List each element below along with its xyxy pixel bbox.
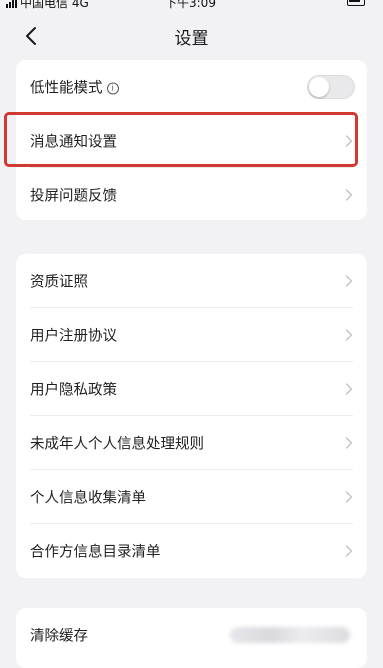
toggle-knob bbox=[309, 77, 329, 97]
status-time: 下午3:09 bbox=[165, 0, 216, 10]
nav-bar: 设置 bbox=[0, 18, 383, 54]
row-label: 用户注册协议 bbox=[30, 328, 117, 345]
row-label: 合作方信息目录清单 bbox=[30, 544, 161, 561]
row-minor-info-rules[interactable]: 未成年人个人信息处理规则 bbox=[16, 416, 367, 470]
row-user-privacy-policy[interactable]: 用户隐私政策 bbox=[16, 362, 367, 416]
clear-cache-label: 清除缓存 bbox=[30, 628, 88, 645]
row-screencast-feedback[interactable]: 投屏问题反馈 bbox=[16, 168, 367, 222]
row-clear-cache[interactable]: 清除缓存 bbox=[16, 608, 367, 662]
status-bar: 中国电信 4G 下午3:09 bbox=[0, 0, 383, 20]
page-title: 设置 bbox=[174, 29, 209, 49]
settings-group-legal: 资质证照 用户注册协议 用户隐私政策 未成年人个人信息处理规则 个人信息收集清单… bbox=[16, 254, 367, 578]
carrier-label: 中国电信 4G bbox=[20, 0, 89, 10]
signal-icon bbox=[6, 0, 17, 8]
chevron-right-icon bbox=[345, 437, 353, 449]
chevron-right-icon bbox=[345, 383, 353, 395]
row-partner-info-catalog[interactable]: 合作方信息目录清单 bbox=[16, 524, 367, 578]
row-low-performance-mode: 低性能模式 i bbox=[16, 60, 367, 114]
cache-size-value-blurred bbox=[230, 627, 350, 643]
row-label: 资质证照 bbox=[30, 274, 88, 291]
chevron-right-icon bbox=[345, 491, 353, 503]
row-label: 未成年人个人信息处理规则 bbox=[30, 436, 204, 453]
row-user-registration-agreement[interactable]: 用户注册协议 bbox=[16, 308, 367, 362]
low-performance-mode-label: 低性能模式 bbox=[30, 80, 103, 97]
row-label: 个人信息收集清单 bbox=[30, 490, 146, 507]
settings-group-storage: 清除缓存 bbox=[16, 608, 367, 668]
row-label: 用户隐私政策 bbox=[30, 382, 117, 399]
chevron-right-icon bbox=[345, 545, 353, 557]
battery-icon bbox=[347, 0, 365, 6]
chevron-right-icon bbox=[345, 189, 353, 201]
row-label: 低性能模式 i bbox=[30, 77, 119, 98]
row-personal-info-collection-list[interactable]: 个人信息收集清单 bbox=[16, 470, 367, 524]
screencast-feedback-label: 投屏问题反馈 bbox=[30, 188, 117, 205]
info-icon[interactable]: i bbox=[106, 82, 119, 95]
highlight-annotation bbox=[4, 112, 358, 167]
row-qualification-certificates[interactable]: 资质证照 bbox=[16, 254, 367, 308]
low-performance-mode-toggle[interactable] bbox=[307, 75, 355, 99]
chevron-right-icon bbox=[345, 329, 353, 341]
chevron-right-icon bbox=[345, 275, 353, 287]
